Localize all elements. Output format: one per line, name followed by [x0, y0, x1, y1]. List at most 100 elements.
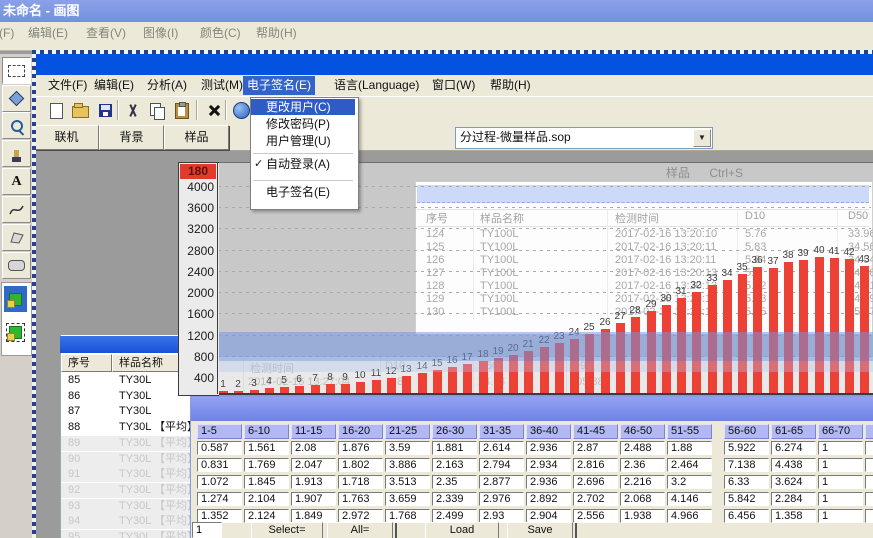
paint-menu-0[interactable]: 文件(F)	[0, 24, 17, 42]
dist-cell-r1-c9[interactable]: 2.36	[620, 458, 665, 472]
dist-cell-r1-c6[interactable]: 2.794	[479, 458, 524, 472]
dist-cell-r3-c6[interactable]: 2.976	[479, 492, 524, 506]
dist-cell-r1-c12[interactable]: 4.438	[771, 458, 816, 472]
list-row-86[interactable]: 86TY30L	[61, 389, 190, 404]
dist-cell-r0-c10[interactable]: 1.88	[667, 441, 712, 455]
user-button[interactable]	[231, 101, 251, 120]
app-menu-7[interactable]: 帮助(H)	[486, 76, 535, 95]
dist-cell-r4-c9[interactable]: 1.938	[620, 509, 665, 523]
dist-cell-r1-c2[interactable]: 2.047	[291, 458, 336, 472]
sample-row-124-c3[interactable]: 5.76	[745, 228, 766, 241]
footer-button-Save[interactable]: Save	[507, 522, 573, 538]
dist-cell-r4-c12[interactable]: 1.358	[771, 509, 816, 523]
list-row-85[interactable]: 85TY30L	[61, 373, 190, 388]
dist-cell-r1-c4[interactable]: 3.886	[385, 458, 430, 472]
dist-cell-r4-c14[interactable]	[865, 509, 873, 523]
paint-menu-4[interactable]: 颜色(C)	[197, 24, 244, 42]
dist-cell-r2-c2[interactable]: 1.913	[291, 475, 336, 489]
sample-row-126-c1[interactable]: TY100L	[480, 254, 519, 267]
list-row-93[interactable]: 93TY30L 【平均】	[61, 499, 190, 514]
dist-cell-r3-c11[interactable]: 5.842	[724, 492, 769, 506]
cut-button[interactable]	[123, 101, 143, 120]
tool-brush-button[interactable]	[2, 140, 31, 167]
dist-cell-r0-c1[interactable]: 1.561	[244, 441, 289, 455]
paint-titlebar[interactable]: 未命名 - 画图	[0, 0, 873, 22]
dist-cell-r0-c12[interactable]: 6.274	[771, 441, 816, 455]
app-menu-5[interactable]: 语言(Language)	[330, 76, 423, 95]
dist-cell-r2-c8[interactable]: 2.696	[573, 475, 618, 489]
dist-cell-r3-c2[interactable]: 1.907	[291, 492, 336, 506]
footer-button-Select[interactable]: Select=	[251, 522, 323, 538]
dist-cell-r4-c0[interactable]: 1.352	[197, 509, 242, 523]
dist-cell-r2-c5[interactable]: 2.35	[432, 475, 477, 489]
paint-menu-5[interactable]: 帮助(H)	[253, 24, 300, 42]
footer-button-Load[interactable]: Load	[425, 522, 499, 538]
dist-cell-r4-c6[interactable]: 2.93	[479, 509, 524, 523]
popup-item-0[interactable]: 更改用户(C)	[251, 99, 355, 115]
dist-cell-r0-c0[interactable]: 0.587	[197, 441, 242, 455]
dist-cell-r0-c2[interactable]: 2.08	[291, 441, 336, 455]
dist-cell-r2-c0[interactable]: 1.072	[197, 475, 242, 489]
tool-polygon-button[interactable]	[2, 224, 31, 251]
sample-row-127-c0[interactable]: 127	[426, 267, 444, 280]
app-menu-2[interactable]: 分析(A)	[143, 76, 191, 95]
dist-cell-r3-c8[interactable]: 2.702	[573, 492, 618, 506]
sample-row-124-c2[interactable]: 2017-02-16 13:20:10	[615, 228, 717, 241]
dist-cell-r1-c14[interactable]	[865, 458, 873, 472]
dist-cell-r3-c1[interactable]: 2.104	[244, 492, 289, 506]
list-row-95[interactable]: 95TY30L 【平均】	[61, 530, 190, 538]
dist-cell-r2-c6[interactable]: 2.877	[479, 475, 524, 489]
dist-cell-r0-c3[interactable]: 1.876	[338, 441, 383, 455]
tool-roundrect-button[interactable]	[2, 252, 31, 279]
app-menu-6[interactable]: 窗口(W)	[428, 76, 479, 95]
save-button[interactable]	[95, 101, 115, 120]
list-row-88[interactable]: 88TY30L 【平均】	[61, 420, 190, 435]
list-row-89[interactable]: 89TY30L 【平均】	[61, 436, 190, 451]
dist-cell-r3-c10[interactable]: 4.146	[667, 492, 712, 506]
list-row-90[interactable]: 90TY30L 【平均】	[61, 452, 190, 467]
count-input[interactable]	[192, 522, 222, 538]
sample-row-125-c3[interactable]: 5.83	[745, 241, 766, 254]
app-button-样品[interactable]: 样品	[164, 125, 229, 150]
dist-cell-r2-c14[interactable]	[865, 475, 873, 489]
dist-cell-r2-c4[interactable]: 3.513	[385, 475, 430, 489]
dist-cell-r1-c3[interactable]: 1.802	[338, 458, 383, 472]
dist-cell-r4-c4[interactable]: 1.768	[385, 509, 430, 523]
dist-cell-r3-c13[interactable]: 1	[818, 492, 863, 506]
app-menu-1[interactable]: 编辑(E)	[90, 76, 138, 95]
paint-menu-3[interactable]: 图像(I)	[140, 24, 181, 42]
sample-row-129-c0[interactable]: 129	[426, 293, 444, 306]
sample-row-125-c0[interactable]: 125	[426, 241, 444, 254]
app-menu-3[interactable]: 测试(M)	[197, 76, 247, 95]
sample-row-126-c2[interactable]: 2017-02-16 13:20:11	[615, 254, 716, 267]
dist-cell-r4-c7[interactable]: 2.904	[526, 509, 571, 523]
dist-cell-r0-c4[interactable]: 3.59	[385, 441, 430, 455]
dist-cell-r1-c11[interactable]: 7.138	[724, 458, 769, 472]
tool-text-button[interactable]: A	[2, 168, 31, 195]
dist-cell-r0-c5[interactable]: 1.881	[432, 441, 477, 455]
list-row-91[interactable]: 91TY30L 【平均】	[61, 467, 190, 482]
dist-cell-r3-c0[interactable]: 1.274	[197, 492, 242, 506]
sample-row-124-c0[interactable]: 124	[426, 228, 444, 241]
dist-cell-r4-c13[interactable]: 1	[818, 509, 863, 523]
option-cube[interactable]	[4, 319, 27, 345]
dist-cell-r3-c4[interactable]: 3.659	[385, 492, 430, 506]
sample-row-129-c1[interactable]: TY100L	[480, 293, 519, 306]
dist-cell-r2-c10[interactable]: 3.2	[667, 475, 712, 489]
dist-cell-r3-c14[interactable]	[865, 492, 873, 506]
dist-cell-r2-c13[interactable]: 1	[818, 475, 863, 489]
dist-cell-r4-c1[interactable]: 2.124	[244, 509, 289, 523]
open-button[interactable]	[70, 101, 90, 120]
sample-row-125-c2[interactable]: 2017-02-16 13:20:11	[615, 241, 716, 254]
footer-button-All[interactable]: All=	[327, 522, 393, 538]
popup-item-6[interactable]: 电子签名(E)	[251, 184, 355, 200]
tool-fill-button[interactable]	[2, 85, 31, 112]
app-button-联机[interactable]: 联机	[34, 125, 99, 150]
dist-cell-r0-c7[interactable]: 2.936	[526, 441, 571, 455]
chevron-down-icon[interactable]: ▼	[693, 129, 711, 147]
dist-cell-r0-c13[interactable]: 1	[818, 441, 863, 455]
dist-cell-r1-c7[interactable]: 2.934	[526, 458, 571, 472]
sample-row-127-c1[interactable]: TY100L	[480, 267, 519, 280]
app-button-背景[interactable]: 背景	[99, 125, 164, 150]
dist-cell-r0-c6[interactable]: 2.614	[479, 441, 524, 455]
